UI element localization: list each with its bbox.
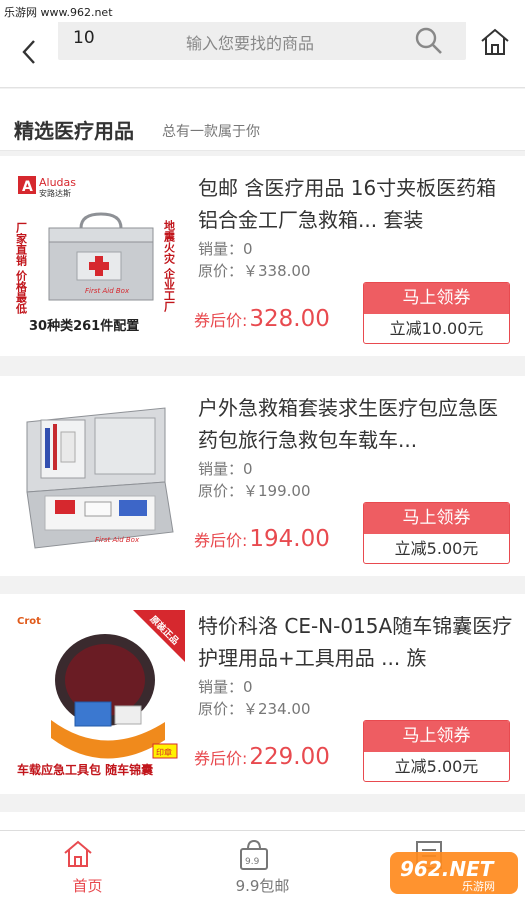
get-coupon-label: 马上领券 [364, 503, 509, 534]
after-coupon-value: 194.00 [249, 526, 330, 552]
brand-cn-text: 安路达斯 [39, 188, 71, 198]
get-coupon-label: 马上领券 [364, 283, 509, 314]
coupon-button[interactable]: 马上领券 立减10.00元 [363, 282, 510, 344]
coupon-button[interactable]: 马上领券 立减5.00元 [363, 502, 510, 564]
get-coupon-label: 马上领券 [364, 721, 509, 752]
tab-label: 首页 [72, 877, 103, 895]
product-image: Crot 原装正品 印章 车载应急工具包 随车锦囊 [15, 610, 185, 780]
tab-label: 9.9包邮 [235, 877, 290, 895]
coupon-value: 立减5.00元 [394, 539, 479, 558]
stamp-text: 印章 [156, 747, 172, 757]
product-after-coupon-price: 券后价: 328.00 [194, 306, 330, 332]
chevron-left-icon [22, 40, 35, 64]
left-promo-text: 厂家直销 价格最低 [15, 222, 28, 315]
after-coupon-label: 券后价: [194, 311, 248, 330]
section-header: 精选医疗用品 总有一款属于你 [0, 89, 525, 151]
home-button[interactable] [479, 26, 511, 62]
product-image: First Aid Box [15, 392, 185, 562]
svg-text:A: A [22, 179, 33, 195]
product-sales: 销量：0 [198, 240, 253, 258]
product-card[interactable]: Crot 原装正品 印章 车载应急工具包 随车锦囊 特价科洛 CE-N-015A… [0, 594, 525, 794]
home-icon [64, 840, 92, 867]
product-card[interactable]: A Aludas 安路达斯 厂家直销 价格最低 地震火灾 企业工厂 First … [0, 156, 525, 356]
watermark-text: 乐游网 www.962.net [0, 0, 525, 22]
after-coupon-label: 券后价: [194, 531, 248, 550]
product-title[interactable]: 特价科洛 CE-N-015A随车锦囊医疗护理用品+工具用品 ... 族 [198, 610, 513, 674]
after-coupon-value: 328.00 [249, 306, 330, 332]
product-card[interactable]: First Aid Box 户外急救箱套装求生医疗包应急医药包旅行急救包车载车.… [0, 376, 525, 576]
watermark-logo-sub: 乐游网 [462, 880, 495, 893]
search-icon[interactable] [414, 26, 444, 56]
config-text: 30种类261件配置 [29, 318, 139, 334]
box-label: First Aid Box [85, 287, 130, 295]
product-title[interactable]: 户外急救箱套装求生医疗包应急医药包旅行急救包车载车... [198, 392, 513, 456]
after-coupon-label: 券后价: [194, 749, 248, 768]
brand-text: Crot [17, 616, 41, 627]
brand-text: Aludas [39, 176, 76, 189]
partial-product-card [0, 812, 525, 832]
home-icon [481, 28, 509, 55]
top-bar: 10 输入您要找的商品 [0, 20, 525, 88]
product-original-price: 原价：￥234.00 [198, 700, 311, 718]
coupon-button[interactable]: 马上领券 立减5.00元 [363, 720, 510, 782]
product-original-price: 原价：￥338.00 [198, 262, 311, 280]
section-title: 精选医疗用品 [14, 119, 134, 143]
product-sales: 销量：0 [198, 460, 253, 478]
product-after-coupon-price: 券后价: 229.00 [194, 744, 330, 770]
product-sales: 销量：0 [198, 678, 253, 696]
search-input[interactable]: 10 输入您要找的商品 [58, 20, 466, 60]
search-placeholder: 输入您要找的商品 [186, 34, 315, 53]
product-title[interactable]: 包邮 含医疗用品 16寸夹板医药箱铝合金工厂急救箱... 套装 [198, 172, 513, 236]
product-image: A Aludas 安路达斯 厂家直销 价格最低 地震火灾 企业工厂 First … [15, 172, 185, 342]
box-label: First Aid Box [95, 536, 140, 544]
watermark-logo-text: 962.NET [400, 857, 495, 881]
back-button[interactable] [12, 32, 46, 72]
bottom-promo-text: 车载应急工具包 随车锦囊 [17, 762, 154, 777]
product-after-coupon-price: 券后价: 194.00 [194, 526, 330, 552]
tab-free-shipping[interactable]: 9.9 9.9包邮 [175, 831, 350, 900]
coupon-value: 立减10.00元 [389, 319, 484, 338]
bag-badge: 9.9 [245, 857, 260, 867]
watermark-logo: 962.NET 乐游网 [390, 852, 518, 894]
coupon-value: 立减5.00元 [394, 757, 479, 776]
tab-home[interactable]: 首页 [0, 831, 175, 900]
bag-icon: 9.9 [240, 839, 268, 870]
after-coupon-value: 229.00 [249, 744, 330, 770]
product-original-price: 原价：￥199.00 [198, 482, 311, 500]
section-subtitle: 总有一款属于你 [162, 124, 260, 140]
search-value: 10 [73, 28, 95, 48]
right-promo-text: 地震火灾 企业工厂 [163, 219, 177, 313]
